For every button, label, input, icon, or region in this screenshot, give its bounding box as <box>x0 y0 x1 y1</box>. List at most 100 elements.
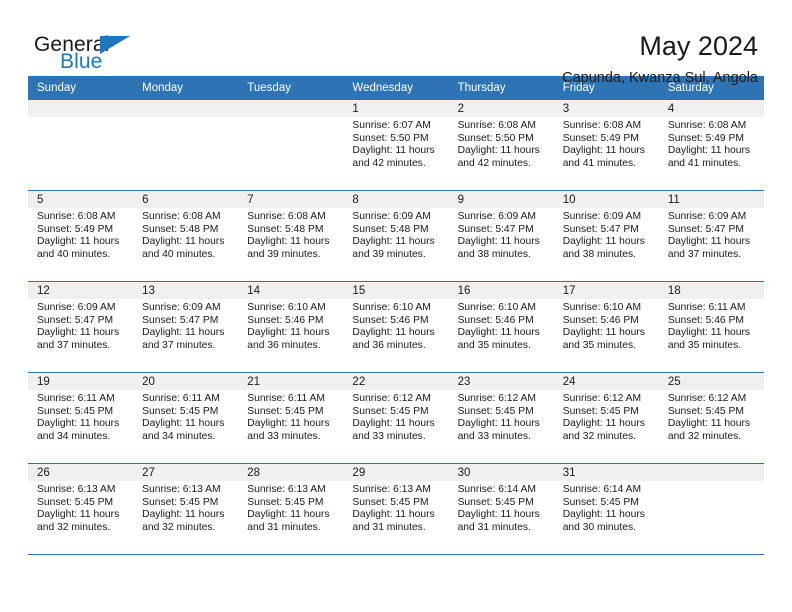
day-number <box>28 100 134 117</box>
day-info-daylight1: Daylight: 11 hours <box>562 418 645 430</box>
day-cell-body: 8 Sunrise: 6:09 AM Sunset: 5:48 PM Daylight… <box>343 191 449 281</box>
day-sun-info: Sunrise: 6:07 AM Sunset: 5:50 PM Daylight:… <box>343 117 448 170</box>
day-info-sunrise: Sunrise: 6:08 AM <box>457 120 536 131</box>
calendar-day-cell[interactable]: 5 Sunrise: 6:08 AM Sunset: 5:49 PM Daylight… <box>28 190 134 282</box>
day-number: 12 <box>28 282 134 299</box>
calendar-day-cell[interactable]: 22 Sunrise: 6:12 AM Sunset: 5:45 PM Dayligh… <box>343 372 449 464</box>
day-sun-info: Sunrise: 6:13 AM Sunset: 5:45 PM Daylight:… <box>28 481 133 534</box>
day-sun-info: Sunrise: 6:11 AM Sunset: 5:45 PM Daylight:… <box>238 390 343 443</box>
day-info-daylight2: and 35 minutes. <box>562 339 636 351</box>
calendar-day-cell[interactable]: 19 Sunrise: 6:11 AM Sunset: 5:45 PM Dayligh… <box>28 372 134 464</box>
calendar-day-cell[interactable]: 25 Sunrise: 6:12 AM Sunset: 5:45 PM Dayligh… <box>658 372 764 464</box>
day-number: 24 <box>553 373 659 390</box>
calendar-day-cell[interactable]: 7 Sunrise: 6:08 AM Sunset: 5:48 PM Daylight… <box>238 190 344 282</box>
calendar-day-cell[interactable]: 8 Sunrise: 6:09 AM Sunset: 5:48 PM Daylight… <box>343 190 449 282</box>
day-cell-body: 6 Sunrise: 6:08 AM Sunset: 5:48 PM Daylight… <box>133 191 239 281</box>
day-info-sunrise: Sunrise: 6:10 AM <box>352 302 431 313</box>
calendar-day-cell[interactable]: 21 Sunrise: 6:11 AM Sunset: 5:45 PM Dayligh… <box>238 372 344 464</box>
calendar-day-cell[interactable]: 15 Sunrise: 6:10 AM Sunset: 5:46 PM Dayligh… <box>343 281 449 373</box>
calendar-day-cell[interactable]: 30 Sunrise: 6:14 AM Sunset: 5:45 PM Dayligh… <box>448 463 554 554</box>
day-number: 13 <box>133 282 239 299</box>
day-number: 16 <box>448 282 554 299</box>
calendar-day-cell[interactable]: 2 Sunrise: 6:08 AM Sunset: 5:50 PM Daylight… <box>448 100 554 191</box>
calendar-day-cell[interactable]: 6 Sunrise: 6:08 AM Sunset: 5:48 PM Daylight… <box>133 190 239 282</box>
calendar-cell-empty <box>133 100 239 191</box>
day-info-daylight2: and 42 minutes. <box>457 157 531 169</box>
calendar-day-cell[interactable]: 23 Sunrise: 6:12 AM Sunset: 5:45 PM Dayligh… <box>448 372 554 464</box>
day-info-daylight1: Daylight: 11 hours <box>457 509 540 521</box>
day-info-daylight2: and 35 minutes. <box>667 339 742 351</box>
calendar-day-cell[interactable]: 13 Sunrise: 6:09 AM Sunset: 5:47 PM Dayligh… <box>133 281 239 373</box>
day-info-sunrise: Sunrise: 6:14 AM <box>457 484 536 495</box>
day-info-daylight2: and 39 minutes. <box>247 248 321 260</box>
calendar-page: General Blue May 2024 Capunda, Kwanza Su… <box>0 0 792 612</box>
day-info-sunset: Sunset: 5:50 PM <box>352 132 429 144</box>
day-info-daylight1: Daylight: 11 hours <box>247 509 330 521</box>
logo-triangle-icon <box>100 36 130 54</box>
day-sun-info: Sunrise: 6:13 AM Sunset: 5:45 PM Daylight:… <box>343 481 448 534</box>
day-info-daylight1: Daylight: 11 hours <box>457 145 540 157</box>
day-info-sunset: Sunset: 5:47 PM <box>667 223 744 235</box>
day-number: 14 <box>238 282 344 299</box>
month-calendar-grid: Sunday Monday Tuesday Wednesday Thursday… <box>28 76 764 554</box>
day-info-sunset: Sunset: 5:50 PM <box>457 132 534 144</box>
day-info-sunset: Sunset: 5:45 PM <box>247 405 324 417</box>
day-number: 9 <box>448 191 554 208</box>
calendar-day-cell[interactable]: 9 Sunrise: 6:09 AM Sunset: 5:47 PM Daylight… <box>448 190 554 282</box>
calendar-day-cell[interactable]: 3 Sunrise: 6:08 AM Sunset: 5:49 PM Daylight… <box>553 100 659 191</box>
day-info-sunrise: Sunrise: 6:09 AM <box>352 211 431 222</box>
calendar-day-cell[interactable]: 29 Sunrise: 6:13 AM Sunset: 5:45 PM Dayligh… <box>343 463 449 554</box>
day-info-sunset: Sunset: 5:45 PM <box>562 405 639 417</box>
day-info-sunrise: Sunrise: 6:09 AM <box>37 302 116 313</box>
day-number: 30 <box>448 464 554 481</box>
day-sun-info: Sunrise: 6:10 AM Sunset: 5:46 PM Daylight:… <box>238 299 343 352</box>
calendar-day-cell[interactable]: 27 Sunrise: 6:13 AM Sunset: 5:45 PM Dayligh… <box>133 463 239 554</box>
day-info-sunrise: Sunrise: 6:12 AM <box>457 393 536 404</box>
day-info-sunrise: Sunrise: 6:08 AM <box>667 120 747 131</box>
calendar-day-cell[interactable]: 14 Sunrise: 6:10 AM Sunset: 5:46 PM Dayligh… <box>238 281 344 373</box>
day-info-daylight1: Daylight: 11 hours <box>457 327 540 339</box>
calendar-day-cell[interactable]: 28 Sunrise: 6:13 AM Sunset: 5:45 PM Dayligh… <box>238 463 344 554</box>
day-info-sunrise: Sunrise: 6:10 AM <box>457 302 536 313</box>
day-sun-info: Sunrise: 6:09 AM Sunset: 5:47 PM Daylight:… <box>554 208 659 261</box>
day-sun-info: Sunrise: 6:12 AM Sunset: 5:45 PM Daylight:… <box>343 390 448 443</box>
day-info-daylight1: Daylight: 11 hours <box>37 236 120 248</box>
calendar-day-cell[interactable]: 18 Sunrise: 6:11 AM Sunset: 5:46 PM Dayligh… <box>658 281 764 373</box>
page-title: May 2024 <box>639 31 758 61</box>
calendar-day-cell[interactable]: 24 Sunrise: 6:12 AM Sunset: 5:45 PM Dayligh… <box>553 372 659 464</box>
calendar-day-cell[interactable]: 20 Sunrise: 6:11 AM Sunset: 5:45 PM Dayligh… <box>133 372 239 464</box>
day-number: 31 <box>553 464 659 481</box>
day-sun-info: Sunrise: 6:09 AM Sunset: 5:47 PM Daylight:… <box>133 299 238 352</box>
day-info-sunset: Sunset: 5:48 PM <box>352 223 429 235</box>
day-info-daylight2: and 37 minutes. <box>142 339 216 351</box>
day-info-sunset: Sunset: 5:45 PM <box>457 405 534 417</box>
calendar-day-cell[interactable]: 17 Sunrise: 6:10 AM Sunset: 5:46 PM Dayligh… <box>553 281 659 373</box>
calendar-day-cell[interactable]: 4 Sunrise: 6:08 AM Sunset: 5:49 PM Daylight… <box>658 100 764 191</box>
day-number: 29 <box>343 464 449 481</box>
calendar-week-row: 1 Sunrise: 6:07 AM Sunset: 5:50 PM Daylight… <box>28 100 764 191</box>
day-info-sunset: Sunset: 5:45 PM <box>247 496 324 508</box>
weekday-header-wednesday: Wednesday <box>343 76 449 100</box>
calendar-cell-empty <box>28 100 134 191</box>
day-info-sunrise: Sunrise: 6:12 AM <box>667 393 747 404</box>
calendar-day-cell[interactable]: 11 Sunrise: 6:09 AM Sunset: 5:47 PM Dayligh… <box>658 190 764 282</box>
day-sun-info: Sunrise: 6:11 AM Sunset: 5:45 PM Daylight:… <box>28 390 133 443</box>
day-cell-body: 20 Sunrise: 6:11 AM Sunset: 5:45 PM Dayligh… <box>133 373 239 463</box>
day-cell-body <box>238 100 344 190</box>
day-info-sunset: Sunset: 5:49 PM <box>37 223 114 235</box>
day-number: 7 <box>238 191 344 208</box>
calendar-day-cell[interactable]: 1 Sunrise: 6:07 AM Sunset: 5:50 PM Daylight… <box>343 100 449 191</box>
calendar-day-cell[interactable]: 12 Sunrise: 6:09 AM Sunset: 5:47 PM Dayligh… <box>28 281 134 373</box>
calendar-day-cell[interactable]: 31 Sunrise: 6:14 AM Sunset: 5:45 PM Dayligh… <box>553 463 659 554</box>
day-info-daylight2: and 35 minutes. <box>457 339 531 351</box>
day-number: 19 <box>28 373 134 390</box>
calendar-day-cell[interactable]: 16 Sunrise: 6:10 AM Sunset: 5:46 PM Dayligh… <box>448 281 554 373</box>
day-info-sunset: Sunset: 5:46 PM <box>562 314 639 326</box>
calendar-day-cell[interactable]: 10 Sunrise: 6:09 AM Sunset: 5:47 PM Dayligh… <box>553 190 659 282</box>
calendar-day-cell[interactable]: 26 Sunrise: 6:13 AM Sunset: 5:45 PM Dayligh… <box>28 463 134 554</box>
day-info-daylight2: and 40 minutes. <box>37 248 111 260</box>
day-cell-body: 28 Sunrise: 6:13 AM Sunset: 5:45 PM Dayligh… <box>238 464 344 554</box>
day-sun-info <box>28 117 133 120</box>
day-cell-body: 13 Sunrise: 6:09 AM Sunset: 5:47 PM Dayligh… <box>133 282 239 372</box>
day-sun-info: Sunrise: 6:14 AM Sunset: 5:45 PM Daylight:… <box>554 481 659 534</box>
